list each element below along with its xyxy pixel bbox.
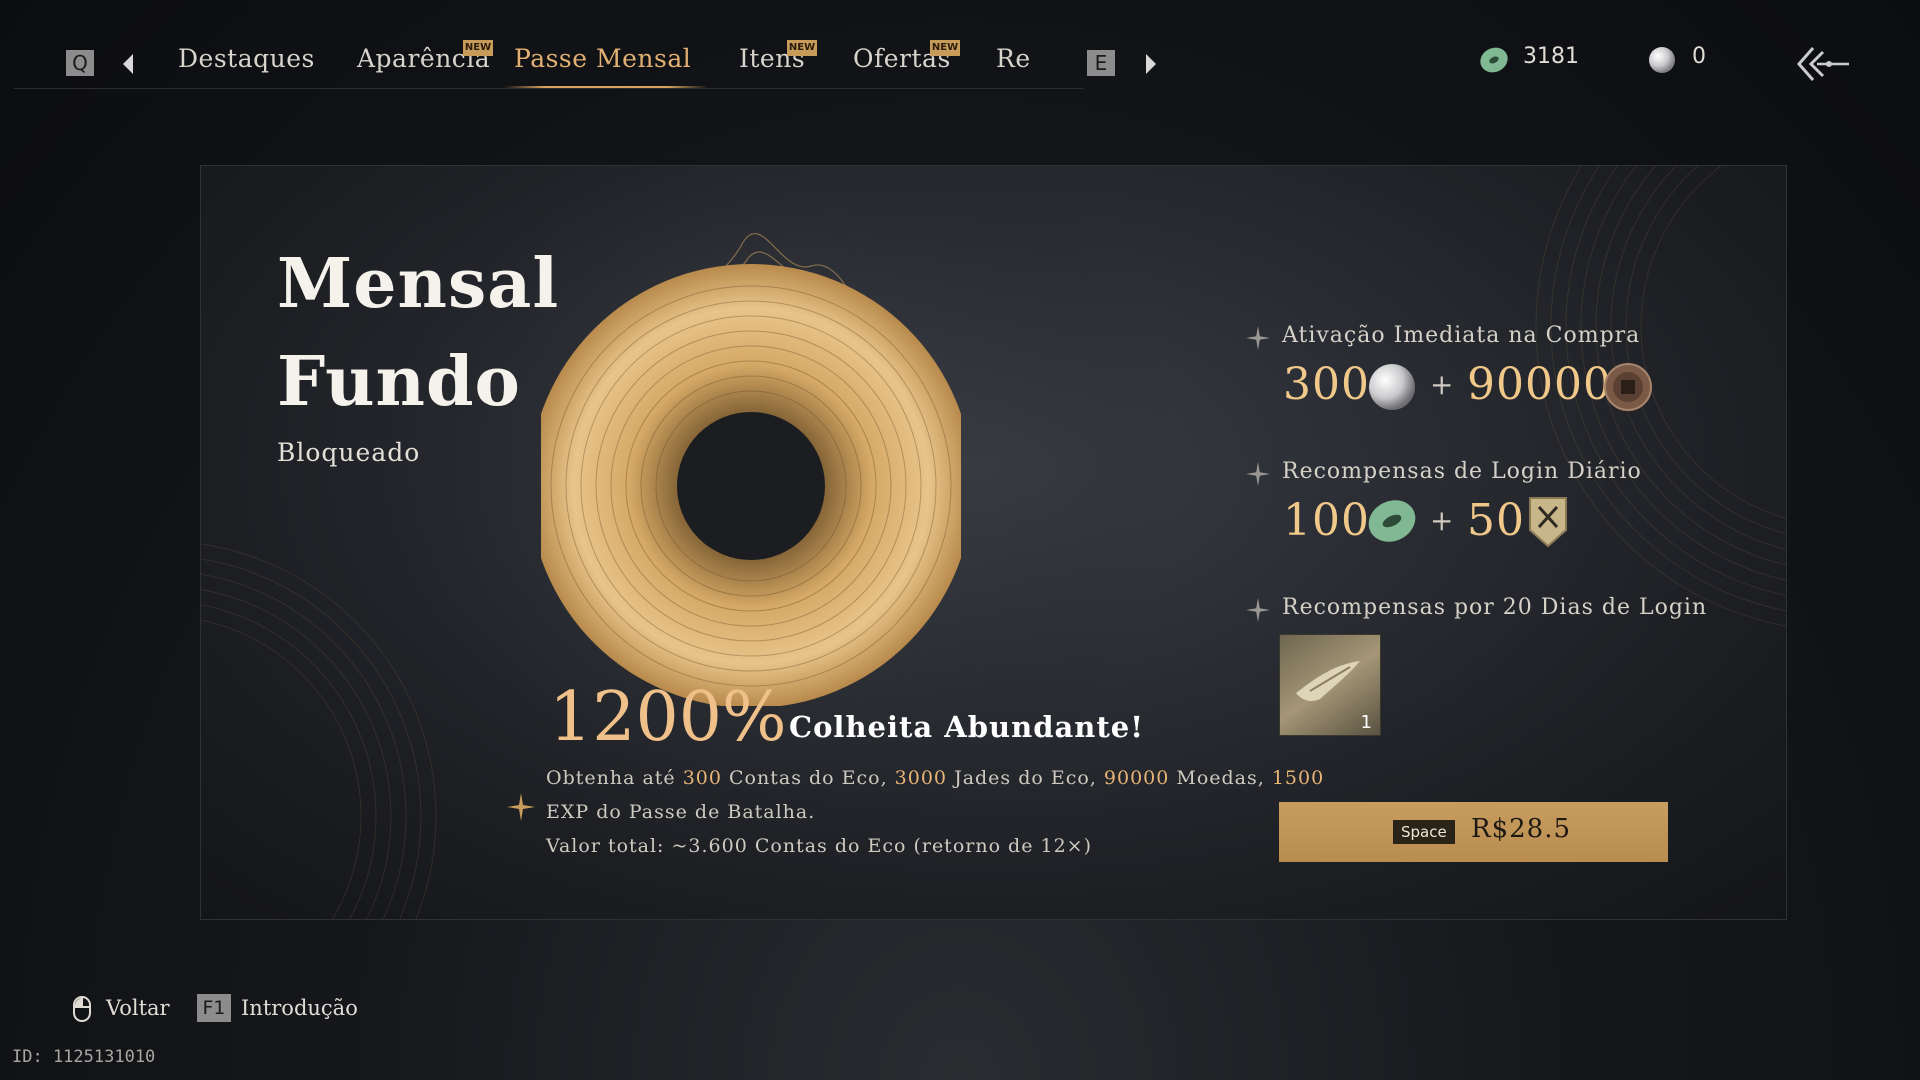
glider-item-icon <box>1296 661 1360 701</box>
new-badge: NEW <box>463 40 493 56</box>
pass-title-line1: Mensal <box>277 244 560 324</box>
instant-coin-amount: 90000 <box>1467 359 1612 410</box>
pass-description-line2: EXP do Passe de Batalha. <box>546 801 816 823</box>
f1-key-hint: F1 <box>197 994 231 1022</box>
back-button[interactable]: Voltar <box>106 996 170 1020</box>
introduction-button[interactable]: Introdução <box>241 996 358 1020</box>
pass-status: Bloqueado <box>277 438 421 467</box>
pearl-icon <box>1649 47 1675 73</box>
reward-item-tile[interactable]: 1 <box>1279 634 1381 736</box>
sparkle-icon <box>507 793 535 821</box>
instant-activation-title: Ativação Imediata na Compra <box>1282 323 1641 348</box>
plus-sign: + <box>1430 504 1454 537</box>
top-nav-bar: Q Destaques Aparência NEW Passe Mensal I… <box>0 0 1920 110</box>
space-key-hint: Space <box>1393 820 1455 844</box>
sparkle-icon <box>1246 598 1270 622</box>
battle-pass-exp-icon <box>1529 497 1567 548</box>
golden-ring-emblem <box>541 232 961 706</box>
reward-item-count: 1 <box>1360 712 1372 733</box>
sparkle-icon <box>1246 326 1270 350</box>
prev-tab-key[interactable]: Q <box>66 50 94 76</box>
player-id: ID: 1125131010 <box>12 1047 156 1067</box>
buy-button[interactable]: Space R$28.5 <box>1279 802 1668 862</box>
twenty-day-login-title: Recompensas por 20 Dias de Login <box>1282 595 1708 620</box>
daily-login-title: Recompensas de Login Diário <box>1282 459 1642 484</box>
nav-divider <box>14 88 1084 89</box>
sparkle-icon <box>1246 462 1270 486</box>
daily-jade-amount: 100 <box>1283 495 1370 546</box>
jade-icon <box>1480 47 1508 73</box>
promo-percent: 1200% <box>549 678 787 757</box>
tab-re[interactable]: Re <box>996 44 1030 73</box>
back-arrow-icon[interactable] <box>1795 44 1851 84</box>
chevron-right-icon[interactable] <box>1146 54 1156 74</box>
pearl-count: 0 <box>1692 44 1706 69</box>
jade-count: 3181 <box>1523 44 1579 69</box>
new-badge: NEW <box>787 40 817 56</box>
pass-total-value: Valor total: ~3.600 Contas do Eco (retor… <box>546 835 1093 857</box>
instant-pearl-amount: 300 <box>1283 359 1370 410</box>
daily-exp-amount: 50 <box>1467 495 1525 546</box>
tab-passe-mensal[interactable]: Passe Mensal <box>514 44 691 73</box>
buy-price: R$28.5 <box>1471 814 1572 844</box>
new-badge: NEW <box>930 40 960 56</box>
coin-icon <box>1604 363 1652 411</box>
jade-icon <box>1368 500 1416 542</box>
mouse-icon <box>73 996 91 1022</box>
pass-title-line2: Fundo <box>277 342 521 422</box>
next-tab-key[interactable]: E <box>1087 50 1115 76</box>
tab-destaques[interactable]: Destaques <box>178 44 315 73</box>
pearl-icon <box>1369 364 1415 410</box>
monthly-pass-panel: Mensal Fundo Bloqueado 1200% Colheita Ab… <box>200 165 1787 920</box>
plus-sign: + <box>1430 368 1454 401</box>
pass-description-line1: Obtenha até 300 Contas do Eco, 3000 Jade… <box>546 767 1325 789</box>
promo-tagline: Colheita Abundante! <box>789 710 1144 744</box>
chevron-left-icon[interactable] <box>123 54 133 74</box>
